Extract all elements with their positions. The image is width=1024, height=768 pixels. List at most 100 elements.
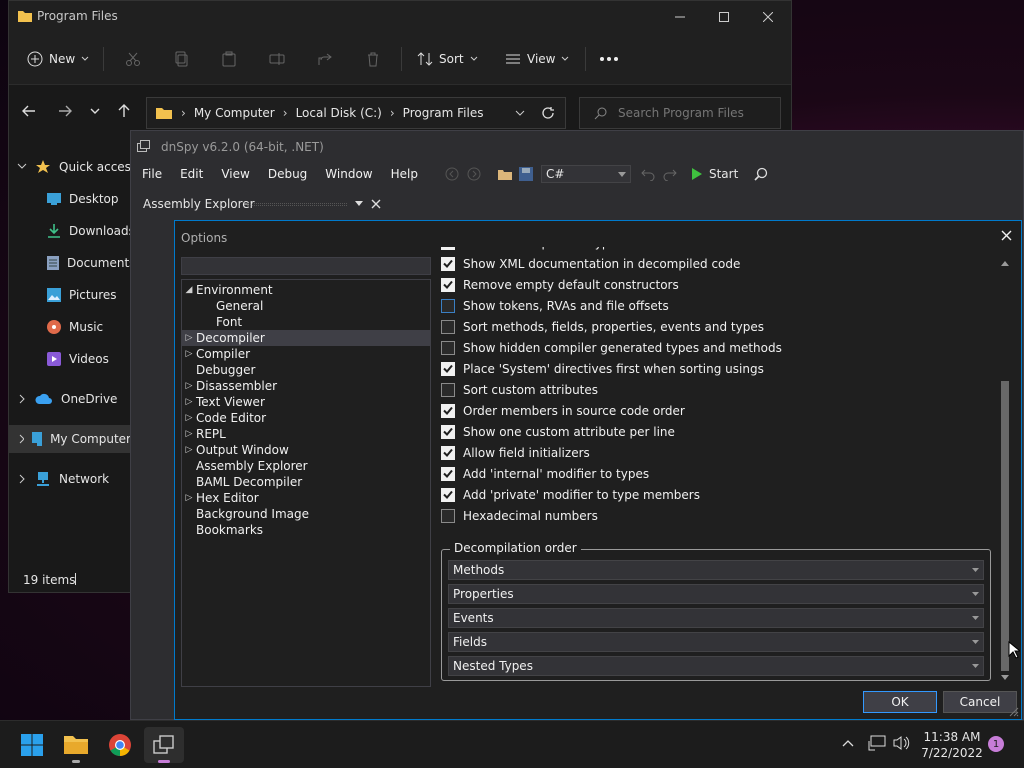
search-box[interactable] bbox=[579, 97, 781, 129]
nav-item-desktop[interactable]: Desktop bbox=[47, 185, 119, 213]
tree-item-debugger[interactable]: Debugger bbox=[182, 362, 430, 378]
ok-button[interactable]: OK bbox=[863, 691, 937, 713]
view-button[interactable]: View bbox=[505, 43, 569, 75]
new-button[interactable]: New bbox=[27, 43, 89, 75]
option-checkbox-row[interactable]: Show XML documentation in decompiled cod… bbox=[441, 253, 1001, 274]
menu-edit[interactable]: Edit bbox=[171, 167, 212, 181]
notification-badge[interactable]: 1 bbox=[988, 736, 1004, 752]
tree-item-environment[interactable]: ◢ Environment bbox=[182, 282, 430, 298]
dialog-close-button[interactable] bbox=[1001, 230, 1012, 241]
back-button[interactable] bbox=[21, 103, 37, 119]
options-filter-input[interactable] bbox=[181, 257, 431, 275]
tree-item-baml-decompiler[interactable]: BAML Decompiler bbox=[182, 474, 430, 490]
order-select-1[interactable]: Methods bbox=[448, 560, 984, 580]
resize-grip-icon[interactable] bbox=[1009, 707, 1019, 717]
checkbox[interactable] bbox=[441, 361, 455, 376]
option-checkbox-row[interactable]: Allow field initializers bbox=[441, 442, 1001, 463]
option-checkbox-row[interactable]: Place 'System' directives first when sor… bbox=[441, 358, 1001, 379]
tree-item-assembly-explorer[interactable]: Assembly Explorer bbox=[182, 458, 430, 474]
nav-item-documents[interactable]: Documents bbox=[47, 249, 135, 277]
cut-button[interactable] bbox=[125, 43, 141, 75]
network-status-icon[interactable] bbox=[868, 735, 886, 751]
breadcrumb-program-files[interactable]: Program Files bbox=[403, 106, 484, 120]
copy-button[interactable] bbox=[173, 43, 189, 75]
nav-item-quick-access[interactable]: Quick access bbox=[17, 153, 137, 181]
show-hidden-icons-button[interactable] bbox=[842, 739, 854, 747]
tree-item-code-editor[interactable]: ▷ Code Editor bbox=[182, 410, 430, 426]
cancel-button[interactable]: Cancel bbox=[943, 691, 1017, 713]
tree-item-repl[interactable]: ▷ REPL bbox=[182, 426, 430, 442]
nav-item-my-computer[interactable]: My Computer bbox=[9, 425, 131, 453]
scroll-down-icon[interactable] bbox=[1001, 675, 1009, 680]
open-button[interactable] bbox=[497, 167, 513, 181]
tree-item-output-window[interactable]: ▷ Output Window bbox=[182, 442, 430, 458]
minimize-button[interactable] bbox=[657, 1, 703, 33]
option-checkbox-row[interactable]: Sort methods, fields, properties, events… bbox=[441, 316, 1001, 337]
share-button[interactable] bbox=[317, 43, 333, 75]
checkbox[interactable] bbox=[441, 403, 455, 418]
checkbox[interactable] bbox=[441, 424, 455, 439]
save-button[interactable] bbox=[518, 167, 533, 181]
checkbox[interactable] bbox=[441, 340, 455, 355]
checkbox[interactable] bbox=[441, 382, 455, 397]
order-select-4[interactable]: Fields bbox=[448, 632, 984, 652]
tree-item-compiler[interactable]: ▷ Compiler bbox=[182, 346, 430, 362]
nav-item-pictures[interactable]: Pictures bbox=[47, 281, 117, 309]
dnspy-titlebar[interactable]: dnSpy v6.2.0 (64-bit, .NET) bbox=[131, 131, 1023, 161]
scroll-up-icon[interactable] bbox=[1001, 261, 1009, 266]
checkbox[interactable] bbox=[441, 247, 455, 250]
tree-item-general[interactable]: General bbox=[182, 298, 430, 314]
start-menu-button[interactable] bbox=[12, 727, 52, 763]
rename-button[interactable] bbox=[269, 43, 285, 75]
nav-forward-button[interactable] bbox=[467, 167, 481, 181]
taskbar-chrome[interactable] bbox=[100, 727, 140, 763]
tree-item-font[interactable]: Font bbox=[182, 314, 430, 330]
checkbox[interactable] bbox=[441, 298, 455, 313]
search-input[interactable] bbox=[618, 105, 768, 121]
option-checkbox-row[interactable]: Add 'private' modifier to type members bbox=[441, 484, 1001, 505]
checkbox[interactable] bbox=[441, 445, 455, 460]
recent-locations-button[interactable] bbox=[89, 105, 101, 117]
address-history-button[interactable] bbox=[515, 110, 525, 116]
scroll-thumb[interactable] bbox=[1001, 381, 1009, 671]
tree-item-bookmarks[interactable]: Bookmarks bbox=[182, 522, 430, 538]
tab-menu-button[interactable] bbox=[355, 201, 363, 206]
order-select-2[interactable]: Properties bbox=[448, 584, 984, 604]
tab-close-button[interactable] bbox=[371, 199, 381, 209]
maximize-button[interactable] bbox=[701, 1, 747, 33]
forward-button[interactable] bbox=[57, 103, 73, 119]
option-checkbox-row[interactable]: Hexadecimal numbers bbox=[441, 505, 1001, 526]
order-select-3[interactable]: Events bbox=[448, 608, 984, 628]
option-checkbox-row[interactable]: Sort custom attributes bbox=[441, 379, 1001, 400]
clock[interactable]: 11:38 AM 7/22/2022 bbox=[920, 729, 984, 761]
paste-button[interactable] bbox=[221, 43, 237, 75]
checkbox[interactable] bbox=[441, 277, 455, 292]
search-button[interactable] bbox=[754, 167, 768, 181]
volume-icon[interactable] bbox=[892, 735, 910, 751]
close-button[interactable] bbox=[745, 1, 791, 33]
language-select[interactable]: C# bbox=[540, 165, 631, 183]
tree-item-decompiler[interactable]: ▷ Decompiler bbox=[182, 330, 430, 346]
tree-item-hex-editor[interactable]: ▷ Hex Editor bbox=[182, 490, 430, 506]
start-button[interactable]: Start bbox=[691, 167, 738, 181]
nav-item-music[interactable]: Music bbox=[47, 313, 103, 341]
taskbar-file-explorer[interactable] bbox=[56, 727, 96, 763]
checkbox[interactable] bbox=[441, 256, 455, 271]
undo-button[interactable] bbox=[641, 167, 655, 181]
nav-item-onedrive[interactable]: OneDrive bbox=[17, 385, 117, 413]
nav-item-videos[interactable]: Videos bbox=[47, 345, 109, 373]
option-checkbox-row[interactable]: Remove empty default constructors bbox=[441, 274, 1001, 295]
checkbox[interactable] bbox=[441, 508, 455, 523]
option-checkbox-row[interactable]: Show hidden compiler generated types and… bbox=[441, 337, 1001, 358]
tree-item-disassembler[interactable]: ▷ Disassembler bbox=[182, 378, 430, 394]
assembly-explorer-tab[interactable]: Assembly Explorer bbox=[139, 193, 385, 215]
more-options-button[interactable] bbox=[599, 43, 619, 75]
menu-window[interactable]: Window bbox=[316, 167, 381, 181]
taskbar-dnspy[interactable] bbox=[144, 727, 184, 763]
tree-item-text-viewer[interactable]: ▷ Text Viewer bbox=[182, 394, 430, 410]
nav-item-downloads[interactable]: Downloads bbox=[47, 217, 135, 245]
address-bar[interactable]: › My Computer › Local Disk (C:) › Progra… bbox=[146, 97, 566, 129]
refresh-button[interactable] bbox=[541, 106, 555, 120]
redo-button[interactable] bbox=[663, 167, 677, 181]
breadcrumb-local-disk[interactable]: Local Disk (C:) bbox=[296, 106, 382, 120]
